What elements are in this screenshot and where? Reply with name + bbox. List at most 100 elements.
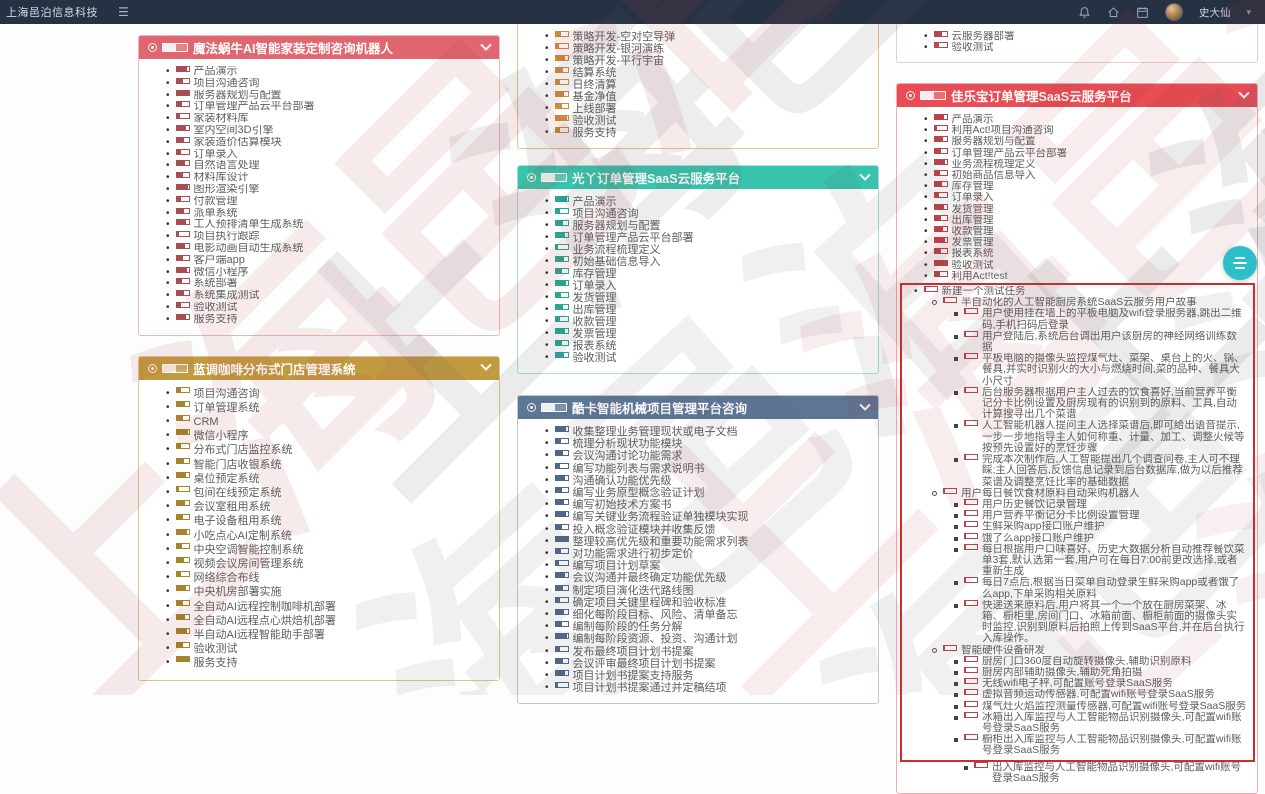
task-item[interactable]: • 业务流程梳理定义 [545, 244, 868, 256]
task-item[interactable]: • 微信小程序 [166, 266, 489, 279]
task-item[interactable]: • 订单录入 [166, 148, 489, 161]
task-item[interactable]: • 云服务器部署 [924, 31, 1247, 42]
task-item[interactable]: • 订单录入 [545, 280, 868, 292]
task-item[interactable]: • 电子设备租用系统 [166, 514, 489, 528]
task-item[interactable]: • 编制每阶段的任务分解 [545, 621, 868, 633]
task-item[interactable]: • 沟通确认功能优先级 [545, 474, 868, 487]
task-item[interactable]: 半自动化的人工智能厨房系统SaaS云服务用户故事 [914, 297, 1247, 308]
task-item[interactable]: • 初始基础信息导入 [545, 256, 868, 268]
task-item[interactable]: • 项目执行跟踪 [166, 231, 489, 243]
task-item[interactable]: • 验收测试 [924, 42, 1247, 53]
task-item[interactable]: • 报表系统 [545, 340, 868, 352]
task-item[interactable]: • 验收测试 [545, 115, 868, 127]
task-item[interactable]: • 系统部署 [166, 278, 489, 290]
task-item[interactable]: 每日7点后,根据当日菜单自动登录生鲜采购app或者饿了么app,下单采购相关原料 [914, 577, 1247, 599]
floating-menu-button[interactable] [1223, 246, 1257, 280]
task-item[interactable]: • 服务支持 [166, 656, 489, 670]
task-item[interactable]: • 编写关键业务流程验证单独模块实现 [545, 511, 868, 523]
task-item[interactable]: • 发货管理 [924, 203, 1247, 215]
task-item[interactable]: • 订单管理系统 [166, 400, 489, 415]
task-item[interactable]: • 编写功能列表与需求说明书 [545, 462, 868, 475]
task-item[interactable]: • CRM [166, 414, 489, 429]
task-item[interactable]: • 家装材料库 [166, 113, 489, 125]
task-item[interactable]: • 智能门店收银系统 [166, 457, 489, 472]
task-item[interactable]: • 半自动AI远程智能助手部署 [166, 627, 489, 642]
card-header[interactable]: 佳乐宝订单管理SaaS云服务平台 [897, 84, 1257, 107]
task-item[interactable]: • 发票管理 [545, 328, 868, 340]
task-item[interactable]: • 细化每阶段目标、风险、清单备忘 [545, 609, 868, 621]
task-item[interactable]: • 业务流程梳理定义 [924, 158, 1247, 170]
task-item[interactable]: • 验收测试 [166, 301, 489, 314]
task-item[interactable]: • 中央机房部署实施 [166, 585, 489, 599]
task-item[interactable]: 橱柜出入库监控与人工智能物品识别摄像头,可配置wifi账号登录SaaS服务 [914, 734, 1247, 756]
card-header[interactable]: 蓝调咖啡分布式门店管理系统 [139, 356, 499, 380]
chevron-down-icon[interactable] [859, 169, 871, 181]
task-item[interactable]: • 订单管理产品云平台部署 [166, 101, 489, 113]
task-item[interactable]: • 验收测试 [545, 352, 868, 364]
chevron-down-icon[interactable]: ▾ [1246, 7, 1251, 18]
task-item[interactable]: • 发布最终项目计划书提案 [545, 645, 868, 658]
task-item[interactable]: • 会议沟通并最终确定功能优先级 [545, 572, 868, 584]
task-item[interactable]: • 发货管理 [545, 292, 868, 304]
task-item[interactable]: • 项目沟通咨询 [166, 386, 489, 401]
task-item[interactable]: • 收集整理业务管理现状或电子文档 [545, 426, 868, 438]
task-item[interactable]: • 视频会议房间管理系统 [166, 556, 489, 571]
chevron-down-icon[interactable] [480, 359, 492, 371]
task-item[interactable]: • 系统集成测试 [166, 290, 489, 302]
calendar-icon[interactable] [1136, 6, 1149, 19]
task-item[interactable]: • 中央空调智能控制系统 [166, 542, 489, 557]
task-item[interactable]: 出入库监控与人工智能物品识别摄像头,可配置wifi账号登录SaaS服务 [924, 761, 1247, 784]
task-item[interactable]: 用户营养平衡记分卡比例设置管理 [914, 510, 1247, 521]
task-item[interactable]: 生鲜采购app接口账户维护 [914, 521, 1247, 532]
task-item[interactable]: • 会议沟通讨论功能需求 [545, 450, 868, 462]
task-item[interactable]: 完成本次制作后,人工智能提出几个调查问卷,主人可不理睬;主人回答后,反馈信息记录… [914, 454, 1247, 488]
task-item[interactable]: • 全自动AI远程控制咖啡机部署 [166, 599, 489, 614]
task-item[interactable]: • 库存管理 [545, 268, 868, 280]
task-item[interactable]: • 项目沟通咨询 [166, 77, 489, 90]
task-item[interactable]: • 新建一个测试任务 [914, 286, 1247, 297]
task-item[interactable]: • 微信小程序 [166, 429, 489, 443]
task-item[interactable]: 用户每日餐饮食材原料自动采购机器人 [914, 487, 1247, 499]
task-item[interactable]: 厨房内部辅助摄像头,辅助死角拍摄 [914, 666, 1247, 678]
bell-icon[interactable] [1078, 6, 1091, 19]
task-item[interactable]: • 订单管理产品云平台部署 [545, 232, 868, 244]
chevron-down-icon[interactable] [859, 399, 871, 411]
task-item[interactable]: • 上线部署 [545, 103, 868, 115]
task-item[interactable]: • 出库管理 [545, 304, 868, 316]
task-item[interactable]: • 投入概念验证模块并收集反馈 [545, 523, 868, 536]
task-item[interactable]: • 策略开发-平行宇宙 [545, 55, 868, 67]
task-item[interactable]: • 发票管理 [924, 237, 1247, 248]
task-item[interactable]: 平板电脑的摄像头监控煤气灶、菜架、桌台上的火、锅、餐具,并实时识别火的大小与燃烧… [914, 353, 1247, 387]
task-item[interactable]: • 梳理分析现状功能模块 [545, 438, 868, 450]
task-item[interactable]: 用户历史餐饮记录管理 [914, 498, 1247, 510]
task-item[interactable]: 智能硬件设备研发 [914, 644, 1247, 656]
task-item[interactable]: • 对功能需求进行初步定价 [545, 548, 868, 560]
task-item[interactable]: • 库存管理 [924, 181, 1247, 192]
task-item[interactable]: • 整理较高优先级和重要功能需求列表 [545, 535, 868, 548]
user-name[interactable]: 史大仙 [1199, 5, 1231, 20]
task-item[interactable]: • 工人预排清单生成系统 [166, 219, 489, 231]
task-item[interactable]: • 付款管理 [166, 195, 489, 208]
task-item[interactable]: 厨房门口360度自动旋转摄像头,辅助识别原料 [914, 655, 1247, 667]
task-item[interactable]: 每日根据用户口味喜好、历史大数据分析自动推荐餐饮菜单3套,默认选第一套,用户可在… [914, 543, 1247, 578]
task-item[interactable]: • 客户端app [166, 254, 489, 267]
home-icon[interactable] [1107, 6, 1120, 19]
task-item[interactable]: • 产品演示 [545, 196, 868, 208]
task-item[interactable]: • 家装造价估算模块 [166, 136, 489, 149]
task-item[interactable]: • 包间在线预定系统 [166, 485, 489, 500]
task-item[interactable]: • 桌位预定系统 [166, 471, 489, 486]
card-header[interactable]: 魔法蜗牛AI智能家装定制咨询机器人 [139, 36, 499, 59]
card-header[interactable]: 光丫订单管理SaaS云服务平台 [518, 166, 878, 189]
task-item[interactable]: 后台服务器根据用户主人过去的饮食喜好,当前营养平衡记分卡比例设置及厨房现有的识别… [914, 386, 1247, 421]
task-item[interactable]: • 材料库设计 [166, 172, 489, 184]
task-item[interactable]: • 会议评审最终项目计划书提案 [545, 657, 868, 670]
task-item[interactable]: • 产品演示 [924, 114, 1247, 125]
task-item[interactable]: 用户使用挂在墙上的平板电脑及wifi登录服务器,跳出二维码,手机扫码后登录 [914, 308, 1247, 330]
card-header[interactable]: 酷卡智能机械项目管理平台咨询 [518, 396, 878, 419]
task-item[interactable]: • 日终清算 [545, 79, 868, 91]
task-item[interactable]: • 初始商品信息导入 [924, 170, 1247, 181]
task-item[interactable]: • 验收测试 [924, 259, 1247, 271]
task-item[interactable]: 无线wifi电子秤,可配置账号登录SaaS服务 [914, 678, 1247, 689]
task-item[interactable]: • 结算系统 [545, 67, 868, 79]
task-item[interactable]: • 收款管理 [545, 316, 868, 328]
